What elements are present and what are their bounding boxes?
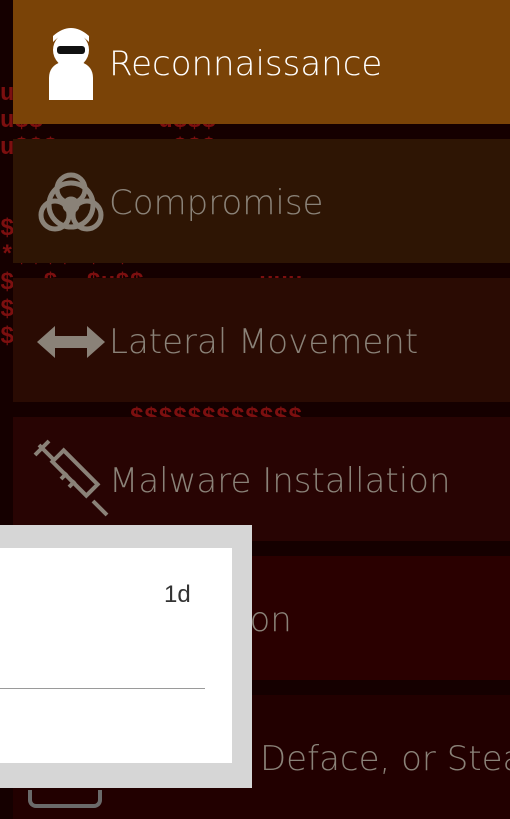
menu-item-label: Compromise — [109, 183, 324, 223]
notification-time: 1d — [164, 581, 191, 608]
syringe-icon — [31, 439, 111, 519]
hacker-icon — [31, 22, 111, 102]
menu-item-lateral-movement[interactable]: Lateral Movement — [13, 278, 510, 402]
menu-item-reconnaissance[interactable]: Reconnaissance — [13, 0, 510, 124]
double-arrow-icon — [31, 300, 111, 380]
menu-item-compromise[interactable]: Compromise — [13, 139, 510, 263]
menu-item-label: Lateral Movement — [109, 322, 419, 362]
menu-item-label: Malware Installation — [109, 461, 451, 501]
notification-card[interactable]: 1d — [0, 548, 232, 763]
notification-popup[interactable]: 1d — [0, 525, 252, 788]
biohazard-icon — [31, 161, 111, 241]
divider — [0, 688, 205, 689]
menu-item-label: Deface, or Steal — [260, 739, 510, 779]
menu-item-malware-installation[interactable]: Malware Installation — [13, 417, 510, 541]
keyboard-icon — [28, 790, 102, 808]
menu-item-label: Reconnaissance — [109, 44, 383, 84]
